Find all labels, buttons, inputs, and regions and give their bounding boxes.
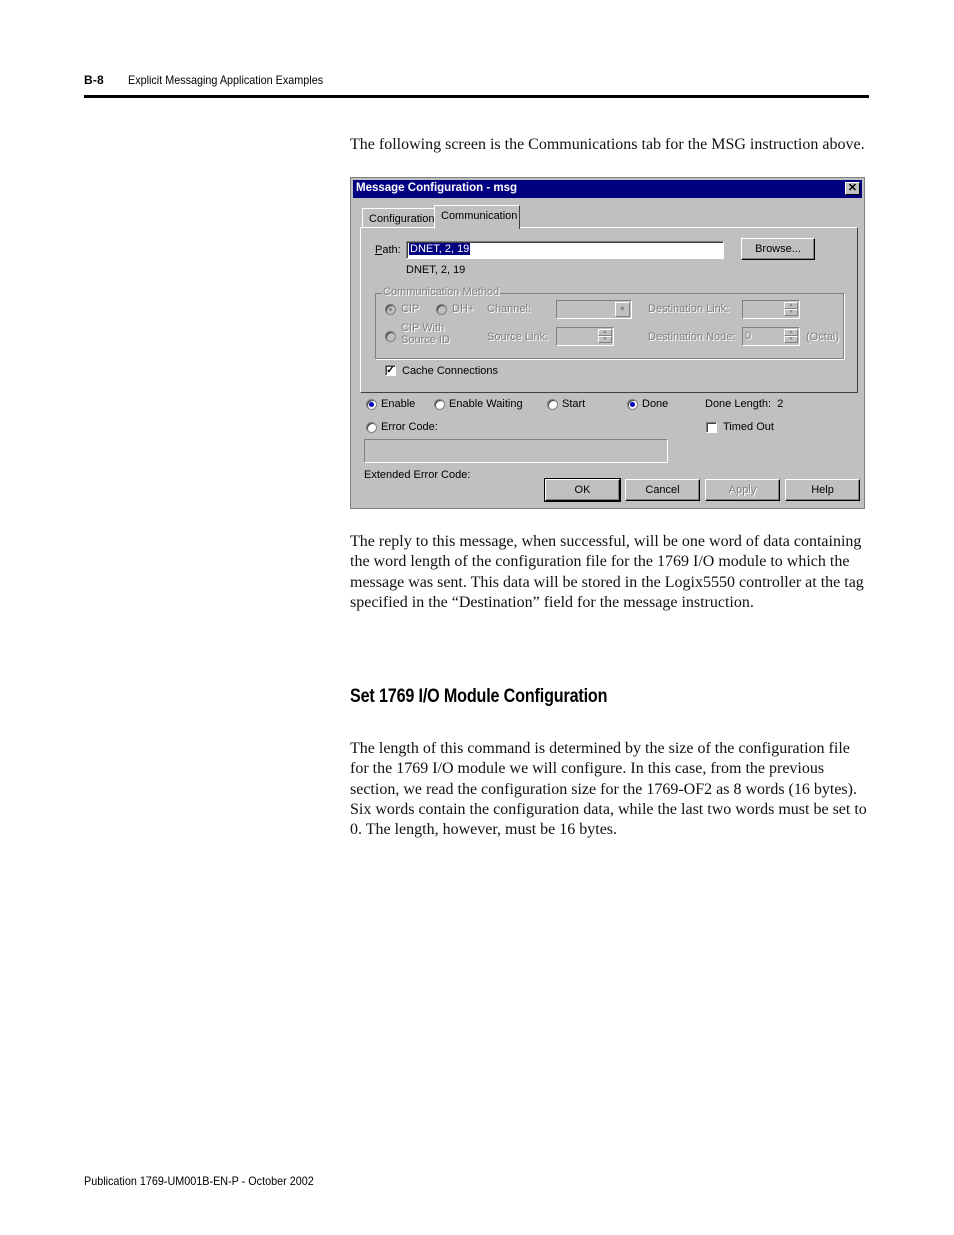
radio-dhplus-label: DH+ — [452, 303, 475, 315]
tab-communication[interactable]: Communication — [434, 205, 520, 229]
tab-communication-label: Communication — [441, 210, 518, 222]
channel-label: Channel: — [487, 303, 532, 315]
tab-configuration-label: Configuration — [369, 213, 435, 225]
communication-method-group: Communication Method CIP DH+ Channel: ▼ … — [375, 286, 844, 359]
timed-out-label: Timed Out — [723, 421, 774, 433]
message-configuration-dialog: Message Configuration - msg ✕ Configurat… — [350, 177, 865, 509]
publication-footer: Publication 1769-UM001B-EN-P - October 2… — [84, 1174, 314, 1188]
path-label: Path: — [375, 244, 401, 256]
status-enable-waiting-label: Enable Waiting — [449, 398, 523, 410]
destination-link-spinner[interactable]: ▲ ▼ — [784, 302, 798, 318]
cache-connections-label: Cache Connections — [402, 365, 499, 377]
cache-connections-checkbox[interactable]: ✓ — [385, 365, 396, 376]
dialog-title: Message Configuration - msg — [356, 182, 518, 194]
error-code-label: Error Code: — [381, 421, 438, 433]
section-heading: Set 1769 I/O Module Configuration — [350, 686, 608, 707]
browse-button[interactable]: Browse... — [741, 238, 815, 260]
cancel-button-label: Cancel — [645, 484, 680, 496]
path-input-value: DNET, 2, 19 — [409, 243, 471, 255]
destination-link-label: Destination Link: — [648, 303, 730, 315]
destination-node-value: 0 — [745, 330, 752, 342]
status-enable-radio — [366, 399, 377, 410]
done-length-label: Done Length: 2 — [705, 398, 784, 410]
chevron-down-icon: ▼ — [615, 302, 630, 317]
status-done-radio — [627, 399, 638, 410]
dialog-titlebar: Message Configuration - msg ✕ — [353, 180, 862, 198]
source-link-spinner[interactable]: ▲ ▼ — [598, 329, 612, 345]
apply-button[interactable]: Apply — [705, 479, 780, 501]
communication-method-legend: Communication Method — [382, 286, 501, 298]
help-button[interactable]: Help — [785, 479, 860, 501]
apply-button-label: Apply — [728, 484, 757, 496]
section-body: The length of this command is determined… — [350, 740, 867, 839]
close-button[interactable]: ✕ — [845, 182, 860, 195]
destination-node-label: Destination Node: — [648, 331, 736, 343]
radio-dhplus[interactable] — [436, 304, 447, 315]
octal-label: (Octal) — [806, 331, 839, 343]
extended-error-code-label: Extended Error Code: — [364, 469, 471, 481]
radio-cip-with-source-id[interactable] — [385, 331, 396, 342]
timed-out-checkbox — [706, 422, 717, 433]
status-error-code-radio — [366, 422, 377, 433]
header-rule — [84, 95, 869, 98]
intro-paragraph: The following screen is the Communicatio… — [350, 136, 865, 153]
help-button-label: Help — [811, 484, 834, 496]
source-link-input[interactable]: ▲ ▼ — [556, 327, 614, 346]
tab-configuration[interactable]: Configuration — [362, 208, 435, 228]
done-length-value: 2 — [777, 398, 784, 410]
status-enable-waiting-radio — [434, 399, 445, 410]
status-done-label: Done — [642, 398, 669, 410]
destination-node-spinner[interactable]: ▲ ▼ — [784, 329, 798, 345]
status-enable-label: Enable — [381, 398, 416, 410]
destination-link-input[interactable]: ▲ ▼ — [742, 300, 800, 319]
source-link-label: Source Link: — [487, 331, 549, 343]
radio-cip[interactable] — [385, 304, 396, 315]
reply-paragraph: The reply to this message, when successf… — [350, 533, 864, 611]
channel-select[interactable]: ▼ — [556, 300, 632, 319]
path-resolved: DNET, 2, 19 — [406, 264, 466, 276]
browse-button-label: Browse... — [755, 243, 801, 255]
close-icon: ✕ — [847, 182, 858, 194]
destination-node-input[interactable]: 0 ▲ ▼ — [742, 327, 800, 346]
ok-button[interactable]: OK — [544, 478, 621, 502]
cancel-button[interactable]: Cancel — [625, 479, 700, 501]
status-start-radio — [547, 399, 558, 410]
status-start-label: Start — [562, 398, 586, 410]
chapter-title: Explicit Messaging Application Examples — [128, 73, 324, 87]
ok-button-label: OK — [574, 484, 591, 496]
radio-cip-label: CIP — [401, 303, 420, 315]
path-input[interactable]: DNET, 2, 19 — [406, 241, 724, 259]
error-code-display — [364, 439, 668, 463]
radio-cip-with-source-id-label: CIP With Source ID — [401, 322, 450, 346]
communication-panel: Path: DNET, 2, 19 Browse... DNET, 2, 19 … — [360, 227, 858, 393]
page-number: B-8 — [84, 73, 104, 87]
